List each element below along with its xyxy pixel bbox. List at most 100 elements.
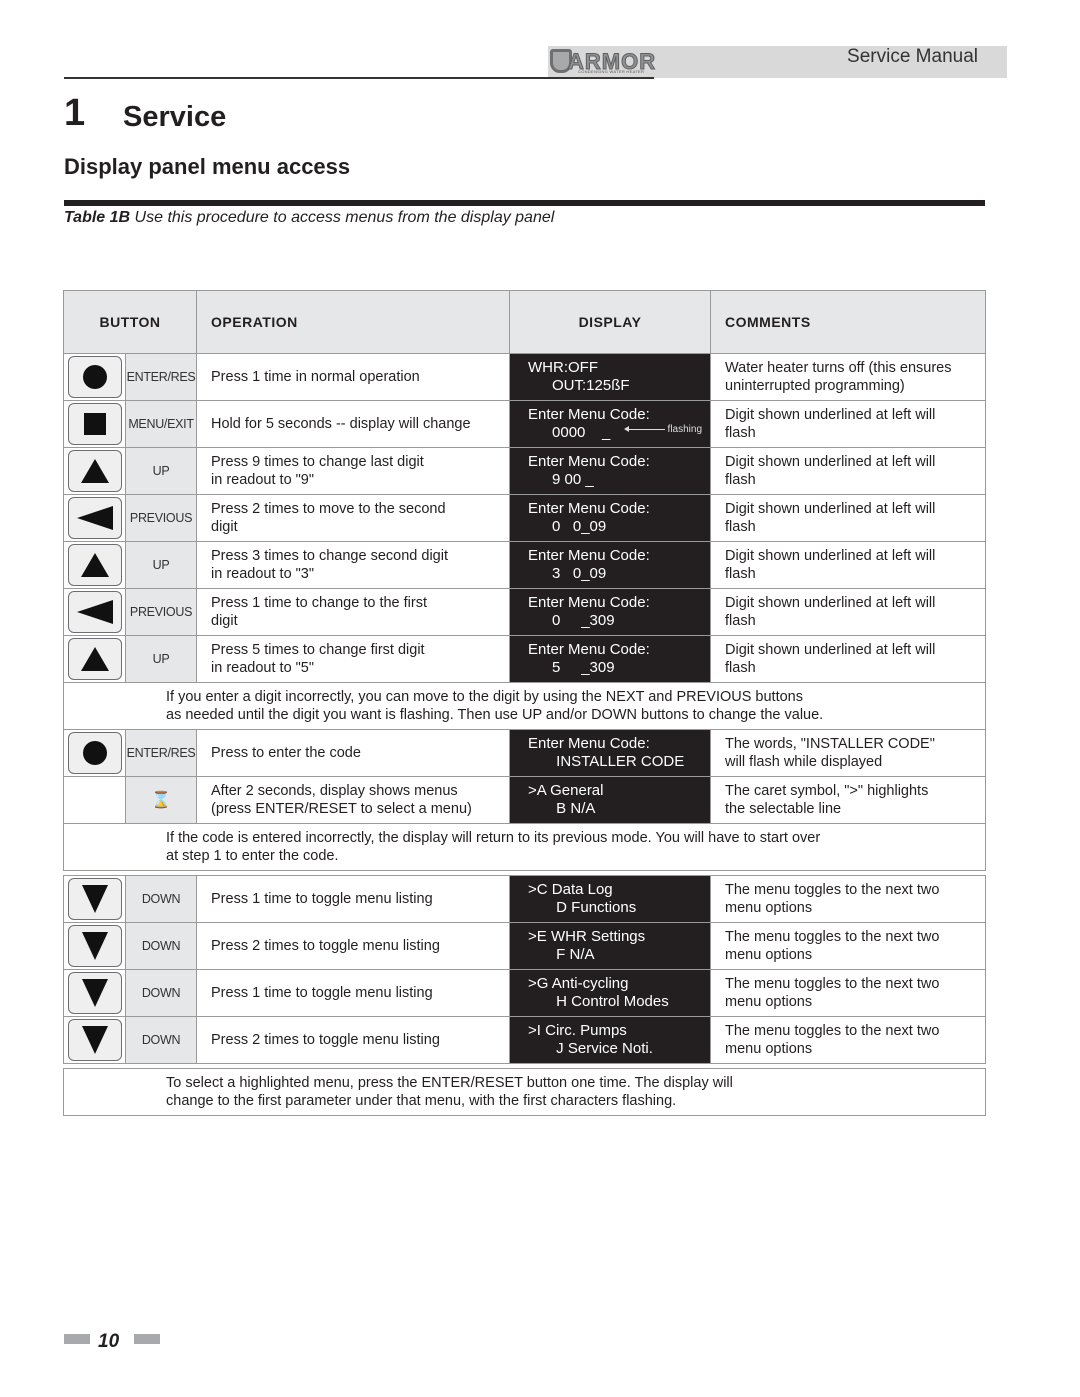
table-row: DOWN Press 2 times to toggle menu listing… [63, 1016, 987, 1064]
panel-key[interactable] [67, 497, 122, 539]
display-cell: >C Data Log D Functions [509, 875, 712, 923]
panel-key[interactable] [67, 450, 122, 492]
header-display: DISPLAY [509, 290, 712, 354]
button-label: DOWN [124, 875, 198, 923]
display-line: Enter Menu Code: [528, 500, 650, 517]
display-line: J Service Noti. [552, 1040, 653, 1057]
text-line: flash [725, 613, 756, 629]
panel-key[interactable] [67, 544, 122, 586]
panel-key[interactable] [67, 972, 122, 1014]
display-line: D Functions [552, 899, 637, 916]
logo-tagline: CONDENSING WATER HEATER [578, 69, 645, 74]
display-cell: >G Anti-cycling H Control Modes [509, 969, 712, 1017]
panel-key[interactable] [67, 878, 122, 920]
table-note-row: If you enter a digit incorrectly, you ca… [62, 682, 987, 730]
button-label: PREVIOUS [124, 494, 198, 542]
header-operation: OPERATION [196, 290, 511, 354]
text-line: The menu toggles to the next two [725, 1023, 940, 1039]
button-label: DOWN [124, 1016, 198, 1064]
button-label: UP [124, 447, 198, 495]
text-line: (press ENTER/RESET to select a menu) [211, 801, 472, 817]
operation-cell: Press 1 time to change to the first digit [196, 588, 511, 636]
table-row: DOWN Press 1 time to toggle menu listing >… [63, 875, 987, 923]
table-row: UP Press 9 times to change last digit in r… [63, 447, 987, 495]
circle-button-icon [82, 365, 107, 389]
text-line: in readout to "9" [211, 472, 315, 488]
comments-cell: The menu toggles to the next two menu opt… [710, 875, 987, 923]
operation-cell: Press 1 time in normal operation [196, 353, 511, 401]
text-line: digit [211, 613, 238, 629]
display-cell: Enter Menu Code: 0 _309 [509, 588, 712, 636]
note-cell: If you enter a digit incorrectly, you ca… [62, 682, 987, 730]
table-row: ⌛ After 2 seconds, display shows menus (pr… [63, 776, 987, 824]
display-line: >C Data Log [528, 881, 613, 898]
text-line: as needed until the digit you want is fl… [166, 707, 824, 723]
operation-cell: After 2 seconds, display shows menus (pre… [196, 776, 511, 824]
button-label: DOWN [124, 969, 198, 1017]
button-label: UP [124, 635, 198, 683]
section-rule [64, 200, 985, 206]
text-line: in readout to "5" [211, 660, 315, 676]
hourglass-icon: ⌛ [151, 792, 171, 809]
header-button: BUTTON [62, 290, 198, 354]
text-line: uninterrupted programming) [725, 378, 905, 394]
button-icon-cell [63, 1016, 126, 1064]
text-line: If you enter a digit incorrectly, you ca… [166, 689, 803, 705]
display-line: WHR:OFF [528, 359, 598, 376]
down-arrow-icon [81, 932, 108, 960]
operation-cell: Press 9 times to change last digit in rea… [196, 447, 511, 495]
left-arrow-icon [76, 600, 113, 624]
text-line: The menu toggles to the next two [725, 882, 940, 898]
comments-cell: The words, "INSTALLER CODE" will flash wh… [710, 729, 987, 777]
button-icon-cell [63, 400, 126, 448]
display-line: Enter Menu Code: [528, 453, 650, 470]
text-line: Digit shown underlined at left will [725, 454, 936, 470]
panel-key[interactable] [67, 356, 122, 398]
text-line: in readout to "3" [211, 566, 315, 582]
text-line: digit [211, 519, 238, 535]
panel-key[interactable] [67, 591, 122, 633]
text-line: menu options [725, 900, 813, 916]
panel-key[interactable] [67, 732, 122, 774]
display-cell: WHR:OFF OUT:125ßF [509, 353, 712, 401]
text-line: Digit shown underlined at left will [725, 595, 936, 611]
panel-key[interactable] [67, 638, 122, 680]
comments-cell: Digit shown underlined at left will flash [710, 447, 987, 495]
display-cell: >I Circ. Pumps J Service Noti. [509, 1016, 712, 1064]
text-line: flash [725, 425, 756, 441]
button-label: PREVIOUS [124, 588, 198, 636]
display-line: >E WHR Settings [528, 928, 646, 945]
text-line: menu options [725, 1041, 813, 1057]
left-arrow-icon [76, 506, 113, 530]
table-row: ENTER/RES Press to enter the code Enter Me… [63, 729, 987, 777]
text-line: the selectable line [725, 801, 842, 817]
footer-bar-left [64, 1334, 90, 1344]
panel-key[interactable] [67, 925, 122, 967]
note-cell: To select a highlighted menu, press the … [62, 1068, 987, 1116]
comments-cell: The menu toggles to the next two menu opt… [710, 1016, 987, 1064]
comments-cell: The caret symbol, ">" highlights the sele… [710, 776, 987, 824]
text-line: flash [725, 472, 756, 488]
panel-key[interactable] [67, 403, 122, 445]
text-line: The caret symbol, ">" highlights [725, 783, 929, 799]
text-line: Press 2 times to toggle menu listing [211, 938, 440, 954]
text-line: Press 2 times to toggle menu listing [211, 1032, 440, 1048]
button-label: UP [124, 541, 198, 589]
operation-cell: Press 3 times to change second digit in r… [196, 541, 511, 589]
display-line: >I Circ. Pumps [528, 1022, 627, 1039]
button-label: DOWN [124, 922, 198, 970]
armor-logo: ARMOR CONDENSING WATER HEATER [550, 47, 656, 77]
comments-cell: Digit shown underlined at left will flash [710, 588, 987, 636]
note-cell: If the code is entered incorrectly, the … [62, 823, 987, 871]
text-line: menu options [725, 947, 813, 963]
panel-key[interactable] [67, 1019, 122, 1061]
operation-cell: Press 2 times to toggle menu listing [196, 922, 511, 970]
table-row: ENTER/RES Press 1 time in normal operatio… [63, 353, 987, 401]
text-line: Press 3 times to change second digit [211, 548, 448, 564]
display-line: Enter Menu Code: [528, 641, 650, 658]
header-rule [64, 77, 654, 79]
comments-cell: Digit shown underlined at left will flash [710, 635, 987, 683]
display-line: >A General [528, 782, 604, 799]
text-line: Press 1 time in normal operation [211, 369, 420, 385]
text-line: will flash while displayed [725, 754, 883, 770]
